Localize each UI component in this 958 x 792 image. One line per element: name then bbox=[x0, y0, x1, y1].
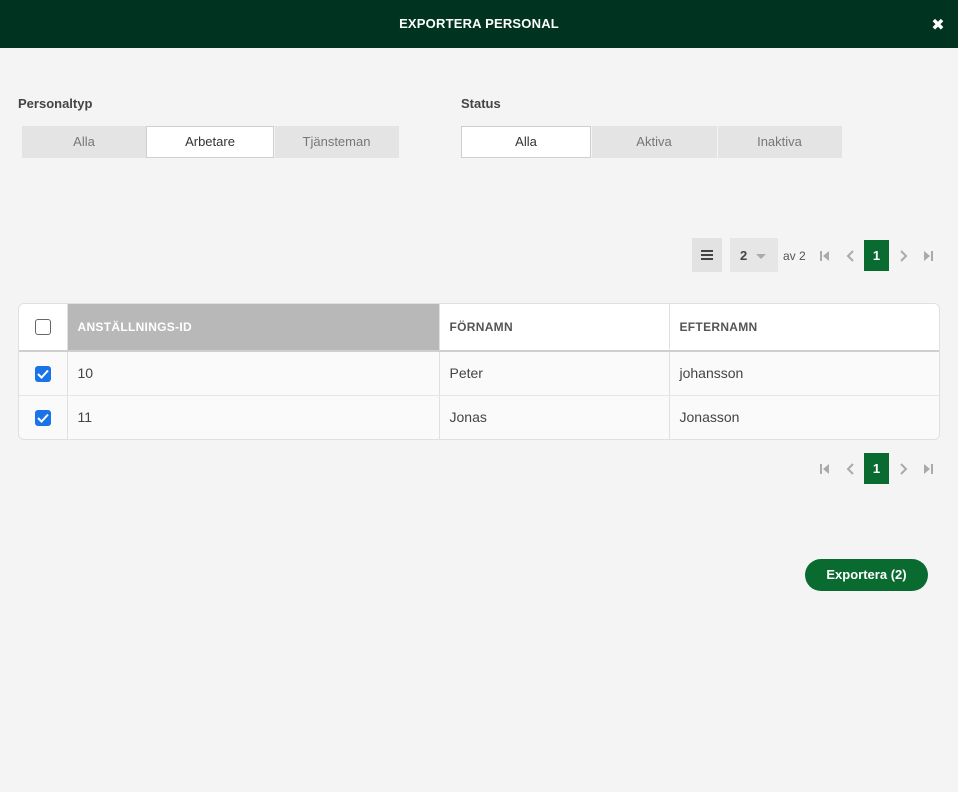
row-checkbox[interactable] bbox=[34, 409, 51, 426]
personaltyp-label: Personaltyp bbox=[18, 96, 93, 111]
table-row[interactable]: 11 Jonas Jonasson bbox=[19, 395, 939, 439]
row-checkbox[interactable] bbox=[34, 365, 51, 382]
status-label: Status bbox=[461, 96, 501, 111]
previous-page-icon[interactable] bbox=[843, 248, 859, 264]
status-option-aktiva[interactable]: Aktiva bbox=[591, 126, 717, 158]
personal-table: ANSTÄLLNINGS-ID FÖRNAMN EFTERNAMN 10 Pet… bbox=[18, 303, 940, 440]
cell-fornamn: Jonas bbox=[438, 395, 669, 439]
cell-efternamn: Jonasson bbox=[668, 395, 939, 439]
close-icon[interactable]: ✖ bbox=[929, 17, 947, 35]
select-all-checkbox[interactable] bbox=[34, 319, 51, 335]
personaltyp-option-tjansteman[interactable]: Tjänsteman bbox=[274, 126, 399, 158]
page-count-label: av 2 bbox=[783, 249, 806, 263]
table-row[interactable]: 10 Peter johansson bbox=[19, 351, 939, 396]
cell-fornamn: Peter bbox=[438, 351, 669, 396]
previous-page-icon[interactable] bbox=[843, 461, 859, 477]
chevron-down-icon bbox=[756, 254, 766, 259]
last-page-icon[interactable] bbox=[920, 248, 936, 264]
first-page-icon[interactable] bbox=[817, 248, 833, 264]
status-segmented: Alla Aktiva Inaktiva bbox=[461, 126, 842, 158]
select-all-cell bbox=[19, 304, 67, 352]
table-header-row: ANSTÄLLNINGS-ID FÖRNAMN EFTERNAMN bbox=[19, 304, 939, 352]
next-page-icon[interactable] bbox=[895, 248, 911, 264]
row-select-cell bbox=[19, 395, 67, 439]
column-header-fornamn[interactable]: FÖRNAMN bbox=[438, 304, 669, 352]
export-button[interactable]: Exportera (2) bbox=[805, 559, 928, 591]
pager-bottom: 1 bbox=[692, 453, 942, 487]
status-option-alla[interactable]: Alla bbox=[461, 126, 591, 158]
page-size-value: 2 bbox=[740, 248, 748, 263]
page-number-current[interactable]: 1 bbox=[864, 453, 889, 484]
dialog-header: EXPORTERA PERSONAL ✖ bbox=[0, 0, 958, 48]
column-header-efternamn[interactable]: EFTERNAMN bbox=[668, 304, 939, 352]
personaltyp-option-arbetare[interactable]: Arbetare bbox=[146, 126, 274, 158]
last-page-icon[interactable] bbox=[920, 461, 936, 477]
cell-anstallnings-id: 10 bbox=[66, 351, 439, 396]
first-page-icon[interactable] bbox=[817, 461, 833, 477]
next-page-icon[interactable] bbox=[895, 461, 911, 477]
column-header-anstallnings-id[interactable]: ANSTÄLLNINGS-ID bbox=[66, 304, 439, 352]
cell-efternamn: johansson bbox=[668, 351, 939, 396]
personaltyp-segmented: Alla Arbetare Tjänsteman bbox=[22, 126, 399, 158]
dialog-title: EXPORTERA PERSONAL bbox=[399, 16, 559, 31]
row-select-cell bbox=[19, 351, 67, 396]
status-option-inaktiva[interactable]: Inaktiva bbox=[717, 126, 842, 158]
page-size-select[interactable]: 2 bbox=[730, 238, 778, 272]
hamburger-menu-icon[interactable] bbox=[692, 238, 722, 272]
page-number-current[interactable]: 1 bbox=[864, 240, 889, 271]
personaltyp-option-alla[interactable]: Alla bbox=[22, 126, 146, 158]
cell-anstallnings-id: 11 bbox=[66, 395, 439, 439]
